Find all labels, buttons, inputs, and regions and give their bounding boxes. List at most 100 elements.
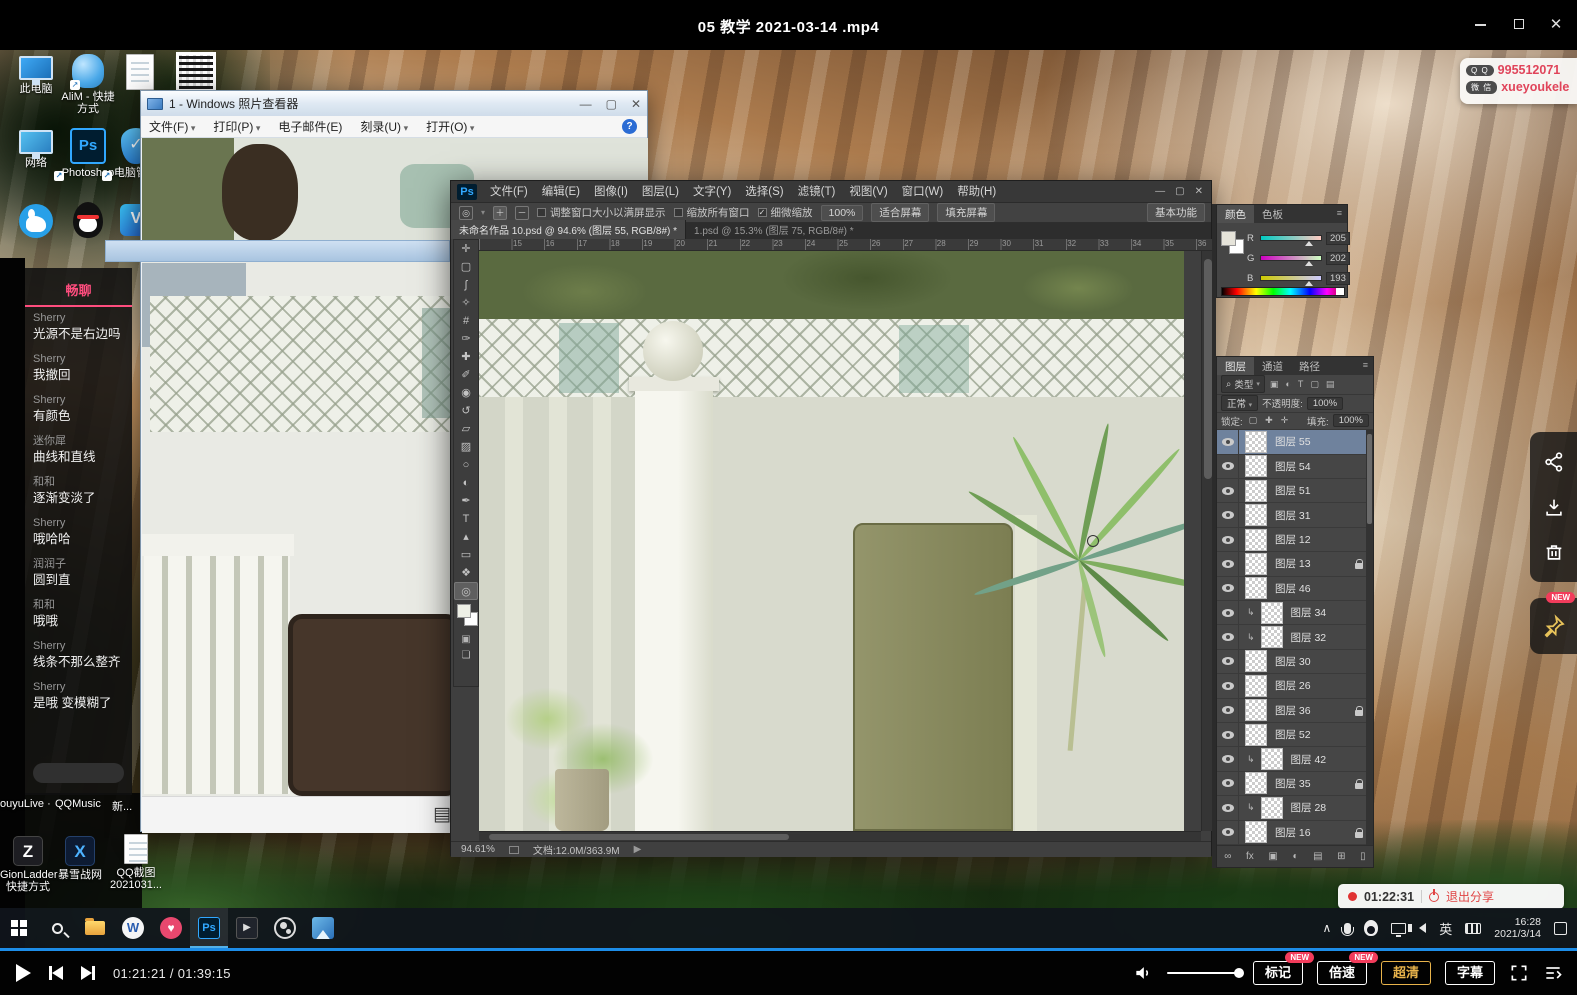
path-select-tool[interactable]: ▴: [454, 528, 478, 546]
layers-panel-tab-1[interactable]: 通道: [1254, 357, 1291, 375]
layer-row[interactable]: ↳图层 34: [1217, 601, 1373, 625]
layer-row[interactable]: 图层 54: [1217, 455, 1373, 479]
pv-maximize-button[interactable]: ▢: [606, 97, 617, 111]
ps-menu-2[interactable]: 图像(I): [587, 181, 635, 203]
color-panel-tab-0[interactable]: 颜色: [1217, 205, 1254, 223]
pv-menu-3[interactable]: 刻录(U) ▾: [360, 118, 408, 135]
dodge-tool[interactable]: ◐: [454, 474, 478, 492]
tray-qq-icon[interactable]: [1364, 920, 1378, 936]
ps-menu-8[interactable]: 窗口(W): [895, 181, 951, 203]
layer-row[interactable]: 图层 16: [1217, 821, 1373, 845]
visibility-toggle[interactable]: [1217, 821, 1239, 844]
visibility-toggle[interactable]: [1217, 772, 1239, 795]
clone-stamp-tool[interactable]: ◉: [454, 384, 478, 402]
visibility-toggle[interactable]: [1217, 528, 1239, 551]
help-icon[interactable]: ?: [622, 119, 637, 134]
link-layers-icon[interactable]: ∞: [1224, 851, 1231, 862]
eyedropper-tool[interactable]: ✑: [454, 330, 478, 348]
gradient-tool[interactable]: ▨: [454, 438, 478, 456]
input-language-indicator[interactable]: 英: [1439, 919, 1452, 938]
zoom-in-icon[interactable]: ＋: [493, 206, 507, 220]
filter-shape-icon[interactable]: ▢: [1308, 379, 1321, 390]
mark-button[interactable]: 标记NEW: [1253, 961, 1303, 985]
panel-menu-icon[interactable]: ≡: [1332, 205, 1347, 223]
exit-share-button[interactable]: 退出分享: [1446, 888, 1494, 905]
status-expand-icon[interactable]: ▶: [634, 844, 642, 855]
tray-expand-icon[interactable]: ∧: [1322, 921, 1331, 935]
zoom-out-icon[interactable]: －: [515, 206, 529, 220]
ps-canvas[interactable]: [479, 251, 1201, 831]
visibility-toggle[interactable]: [1217, 479, 1239, 502]
volume-icon[interactable]: [1133, 963, 1153, 983]
tray-speaker-icon[interactable]: [1419, 923, 1426, 933]
layers-panel-tab-0[interactable]: 图层: [1217, 357, 1254, 375]
desktop-icon-battlenet[interactable]: X 暴雪战网: [52, 836, 108, 881]
fill-screen-button[interactable]: 填充屏幕: [937, 203, 995, 222]
background-window-bar[interactable]: [105, 240, 450, 262]
filter-pixel-icon[interactable]: ▣: [1268, 379, 1281, 390]
document-tab-inactive[interactable]: 1.psd @ 15.3% (图层 75, RGB/8#) *: [686, 220, 862, 239]
channel-slider[interactable]: [1260, 255, 1322, 261]
layer-row[interactable]: 图层 31: [1217, 503, 1373, 527]
layer-row[interactable]: ↳图层 28: [1217, 796, 1373, 820]
ps-menu-7[interactable]: 视图(V): [842, 181, 894, 203]
lock-position-icon[interactable]: ✛: [1279, 415, 1291, 426]
visibility-toggle[interactable]: [1217, 699, 1239, 722]
pv-close-button[interactable]: ✕: [631, 97, 641, 111]
layer-row[interactable]: ↳图层 42: [1217, 747, 1373, 771]
eraser-tool[interactable]: ▱: [454, 420, 478, 438]
filter-type-icon[interactable]: T: [1296, 379, 1306, 389]
ps-menu-6[interactable]: 滤镜(T): [791, 181, 843, 203]
slider-thumb[interactable]: [1305, 281, 1313, 286]
panel-color-swatches[interactable]: [1221, 231, 1247, 257]
color-panel-tab-1[interactable]: 色板: [1254, 205, 1291, 223]
layer-row[interactable]: 图层 46: [1217, 577, 1373, 601]
ps-close-button[interactable]: ✕: [1195, 186, 1203, 197]
scrollbar-thumb[interactable]: [1204, 259, 1212, 479]
slider-thumb[interactable]: [1305, 241, 1313, 246]
pv-menu-0[interactable]: 文件(F) ▾: [149, 118, 195, 135]
healing-brush-tool[interactable]: ✚: [454, 348, 478, 366]
scrollbar-thumb[interactable]: [489, 834, 789, 840]
trash-icon[interactable]: [1543, 541, 1565, 563]
adjustment-layer-icon[interactable]: ◐: [1292, 851, 1298, 862]
foreground-color-swatch[interactable]: [457, 604, 471, 618]
zoom-tool-icon[interactable]: ◎: [459, 206, 473, 220]
desktop-icon-screenshot-file[interactable]: QQ截图 2021031...: [106, 834, 166, 891]
visibility-toggle[interactable]: [1217, 796, 1239, 819]
lasso-tool[interactable]: ʃ: [454, 276, 478, 294]
chat-input[interactable]: [33, 763, 124, 783]
visibility-toggle[interactable]: [1217, 577, 1239, 600]
layer-row[interactable]: 图层 26: [1217, 674, 1373, 698]
visibility-toggle[interactable]: [1217, 430, 1239, 453]
pv-menu-1[interactable]: 打印(P) ▾: [213, 118, 260, 135]
tray-clock[interactable]: 16:28 2021/3/14: [1494, 916, 1541, 940]
shape-tool[interactable]: ▭: [454, 546, 478, 564]
ps-menu-1[interactable]: 编辑(E): [535, 181, 587, 203]
foreground-color-swatch[interactable]: [1221, 231, 1236, 246]
taskbar-obs[interactable]: [266, 908, 304, 948]
layers-scrollbar[interactable]: [1366, 430, 1373, 845]
download-icon[interactable]: [1543, 496, 1565, 518]
type-tool[interactable]: T: [454, 510, 478, 528]
play-button[interactable]: [16, 964, 31, 982]
marquee-tool[interactable]: ▢: [454, 258, 478, 276]
ps-menu-5[interactable]: 选择(S): [738, 181, 790, 203]
layer-row[interactable]: 图层 30: [1217, 650, 1373, 674]
subtitle-button[interactable]: 字幕: [1445, 961, 1495, 985]
player-minimize-button[interactable]: [1469, 15, 1491, 35]
taskbar-w-app[interactable]: W: [114, 908, 152, 948]
desktop-label-new[interactable]: 新...: [112, 798, 132, 814]
workspace-switcher[interactable]: 基本功能: [1147, 203, 1205, 222]
document-tab-active[interactable]: 未命名作品 10.psd @ 94.6% (图层 55, RGB/8#) *: [451, 220, 686, 239]
channel-slider[interactable]: [1260, 275, 1322, 281]
playlist-icon[interactable]: [1543, 963, 1563, 983]
quick-select-tool[interactable]: ✧: [454, 294, 478, 312]
visibility-toggle[interactable]: [1217, 674, 1239, 697]
share-icon[interactable]: [1543, 451, 1565, 473]
quick-mask-icon[interactable]: ▣: [454, 632, 478, 648]
scrubby-zoom-checkbox[interactable]: ✓细微缩放: [758, 205, 813, 220]
chat-header[interactable]: 畅聊: [25, 268, 132, 299]
layer-row[interactable]: 图层 35: [1217, 772, 1373, 796]
visibility-toggle[interactable]: [1217, 503, 1239, 526]
